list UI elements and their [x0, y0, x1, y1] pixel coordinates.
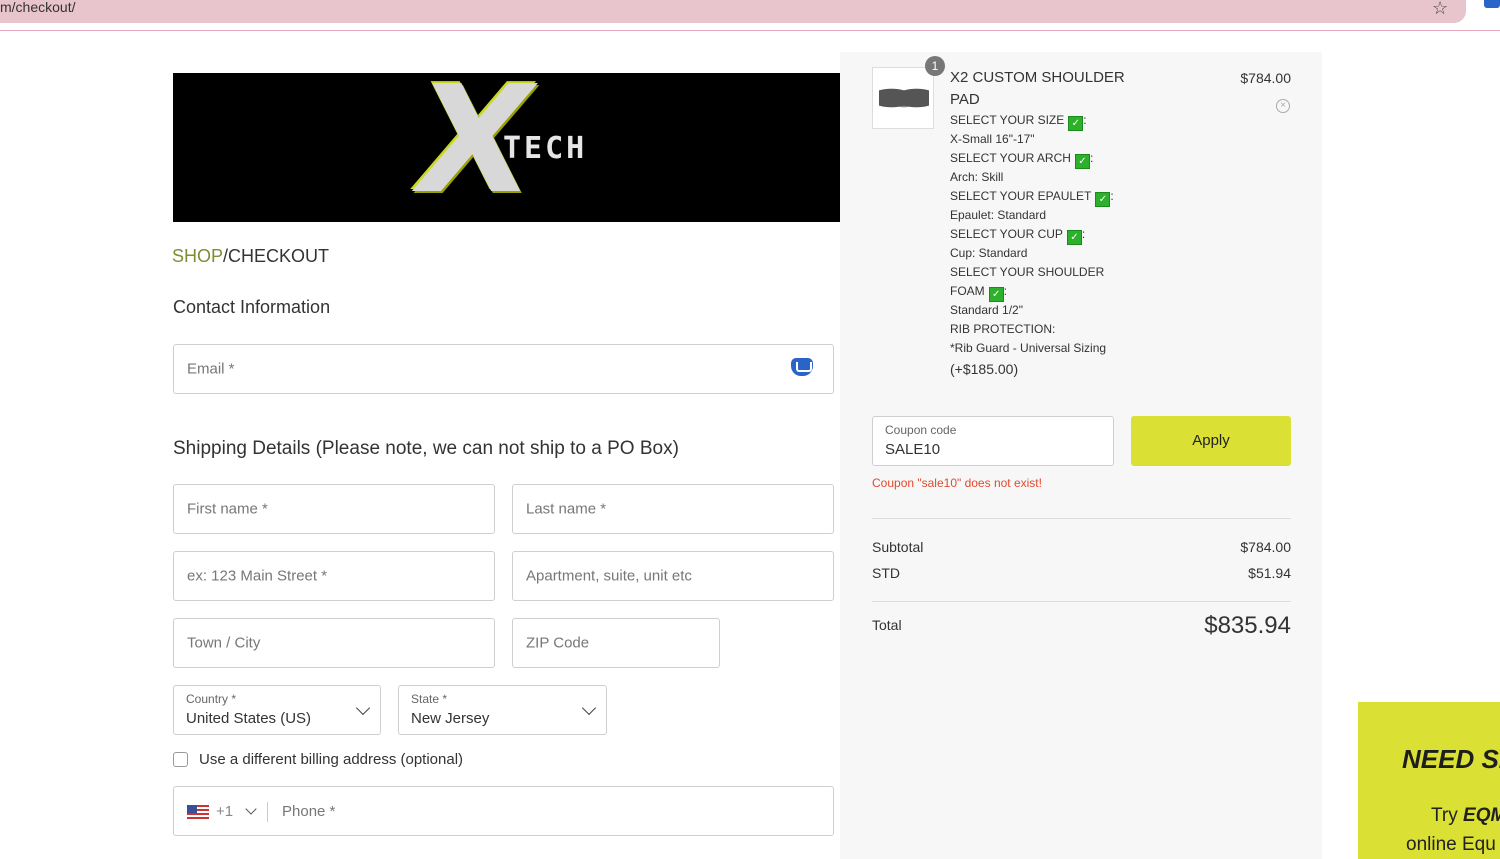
promo-line-2: online Equ	[1406, 834, 1496, 855]
product-price: $784.00	[1240, 70, 1291, 86]
address-url[interactable]: m/checkout/	[0, 0, 75, 14]
option-label: RIB PROTECTION:	[950, 322, 1056, 336]
first-name-placeholder: First name *	[187, 500, 268, 518]
shoulder-pad-image	[879, 82, 929, 114]
breadcrumb-shop-link[interactable]: SHOP	[172, 246, 223, 266]
zip-field[interactable]: ZIP Code	[512, 618, 720, 668]
divider	[872, 518, 1291, 519]
checkmark-icon: ✓	[1068, 116, 1084, 131]
option-value: Epaulet: Standard	[950, 208, 1047, 222]
billing-checkbox[interactable]	[173, 752, 188, 767]
us-flag-icon[interactable]	[187, 805, 209, 819]
promo-line-1: Try EQM	[1431, 805, 1500, 826]
option-label: SELECT YOUR SIZE ✓:	[950, 113, 1087, 131]
option-label: SELECT YOUR ARCH ✓:	[950, 151, 1094, 169]
phone-field[interactable]: +1 Phone *	[173, 786, 834, 836]
chevron-down-icon	[355, 700, 371, 716]
subtotal-value: $784.00	[1240, 539, 1291, 555]
coupon-error: Coupon "sale10" does not exist!	[872, 476, 1042, 490]
phone-placeholder: Phone *	[282, 803, 336, 820]
chevron-down-icon[interactable]	[245, 803, 257, 815]
product-options: SELECT YOUR SIZE ✓: X-Small 16"-17" SELEC…	[950, 111, 1150, 379]
country-select[interactable]: Country * United States (US)	[173, 685, 381, 735]
shipping-label: STD	[872, 565, 900, 581]
apartment-field[interactable]: Apartment, suite, unit etc	[512, 551, 834, 601]
contact-heading: Contact Information	[173, 297, 331, 317]
bookmark-star-icon[interactable]: ☆	[1432, 0, 1448, 19]
product-name: X2 CUSTOM SHOULDER PAD	[950, 69, 1125, 108]
option-label: FOAM ✓:	[950, 284, 1008, 302]
option-label: SELECT YOUR SHOULDER	[950, 265, 1105, 279]
street-field[interactable]: ex: 123 Main Street *	[173, 551, 495, 601]
browser-bar: m/checkout/ ☆	[0, 0, 1500, 31]
option-value: *Rib Guard - Universal Sizing	[950, 341, 1107, 355]
state-select[interactable]: State * New Jersey	[398, 685, 607, 735]
option-value: Arch: Skill	[950, 170, 1004, 184]
product-thumbnail	[872, 67, 934, 129]
extension-icon[interactable]	[1484, 0, 1500, 8]
email-field[interactable]: Email *	[173, 344, 834, 394]
subtotal-label: Subtotal	[872, 539, 924, 555]
option-value: X-Small 16"-17"	[950, 132, 1035, 146]
coupon-input[interactable]: Coupon code SALE10	[872, 416, 1114, 466]
breadcrumb-current: CHECKOUT	[228, 246, 330, 266]
total-value: $835.94	[1204, 612, 1291, 639]
mail-extension-icon[interactable]	[791, 358, 813, 376]
total-label: Total	[872, 617, 902, 633]
state-value: New Jersey	[411, 710, 490, 727]
option-value: Standard 1/2"	[950, 303, 1023, 317]
shipping-row: STD $51.94	[872, 565, 1291, 581]
state-label: State *	[411, 692, 448, 706]
checkmark-icon: ✓	[988, 287, 1004, 302]
first-name-field[interactable]: First name *	[173, 484, 495, 534]
breadcrumb: SHOP/CHECKOUT	[172, 246, 329, 267]
billing-checkbox-label[interactable]: Use a different billing address (optiona…	[199, 751, 463, 768]
site-logo[interactable]: X TECH	[173, 73, 840, 222]
option-label: SELECT YOUR CUP ✓:	[950, 227, 1086, 245]
apartment-placeholder: Apartment, suite, unit etc	[526, 567, 692, 585]
option-value: Cup: Standard	[950, 246, 1028, 260]
checkmark-icon: ✓	[1074, 154, 1090, 169]
apply-coupon-button[interactable]: Apply	[1131, 416, 1291, 466]
zip-placeholder: ZIP Code	[526, 634, 590, 652]
quantity-badge: 1	[925, 56, 945, 76]
option-label: SELECT YOUR EPAULET ✓:	[950, 189, 1114, 207]
phone-divider	[267, 802, 268, 822]
close-circle-icon[interactable]: ×	[1276, 99, 1290, 113]
checkmark-icon: ✓	[1095, 192, 1111, 207]
country-value: United States (US)	[186, 710, 312, 727]
addon-price: (+$185.00)	[950, 361, 1019, 377]
city-field[interactable]: Town / City	[173, 618, 495, 668]
promo-popup[interactable]: NEED SI Try EQM online Equ	[1358, 702, 1500, 859]
address-bar[interactable]: m/checkout/ ☆	[0, 0, 1466, 23]
chevron-down-icon	[581, 700, 597, 716]
shipping-value: $51.94	[1248, 565, 1291, 581]
country-label: Country *	[186, 692, 237, 706]
subtotal-row: Subtotal $784.00	[872, 539, 1291, 555]
last-name-placeholder: Last name *	[526, 500, 607, 518]
shipping-heading: Shipping Details (Please note, we can no…	[173, 438, 679, 459]
email-placeholder: Email *	[187, 360, 235, 378]
coupon-value: SALE10	[885, 441, 941, 458]
last-name-field[interactable]: Last name *	[512, 484, 834, 534]
divider	[872, 601, 1291, 602]
street-placeholder: ex: 123 Main Street *	[187, 567, 328, 585]
logo-text: TECH	[503, 131, 588, 166]
browser-divider	[0, 30, 1500, 31]
promo-heading: NEED SI	[1402, 744, 1500, 774]
country-code[interactable]: +1	[216, 803, 233, 820]
coupon-label: Coupon code	[885, 423, 957, 437]
city-placeholder: Town / City	[187, 634, 261, 652]
checkmark-icon: ✓	[1066, 230, 1082, 245]
